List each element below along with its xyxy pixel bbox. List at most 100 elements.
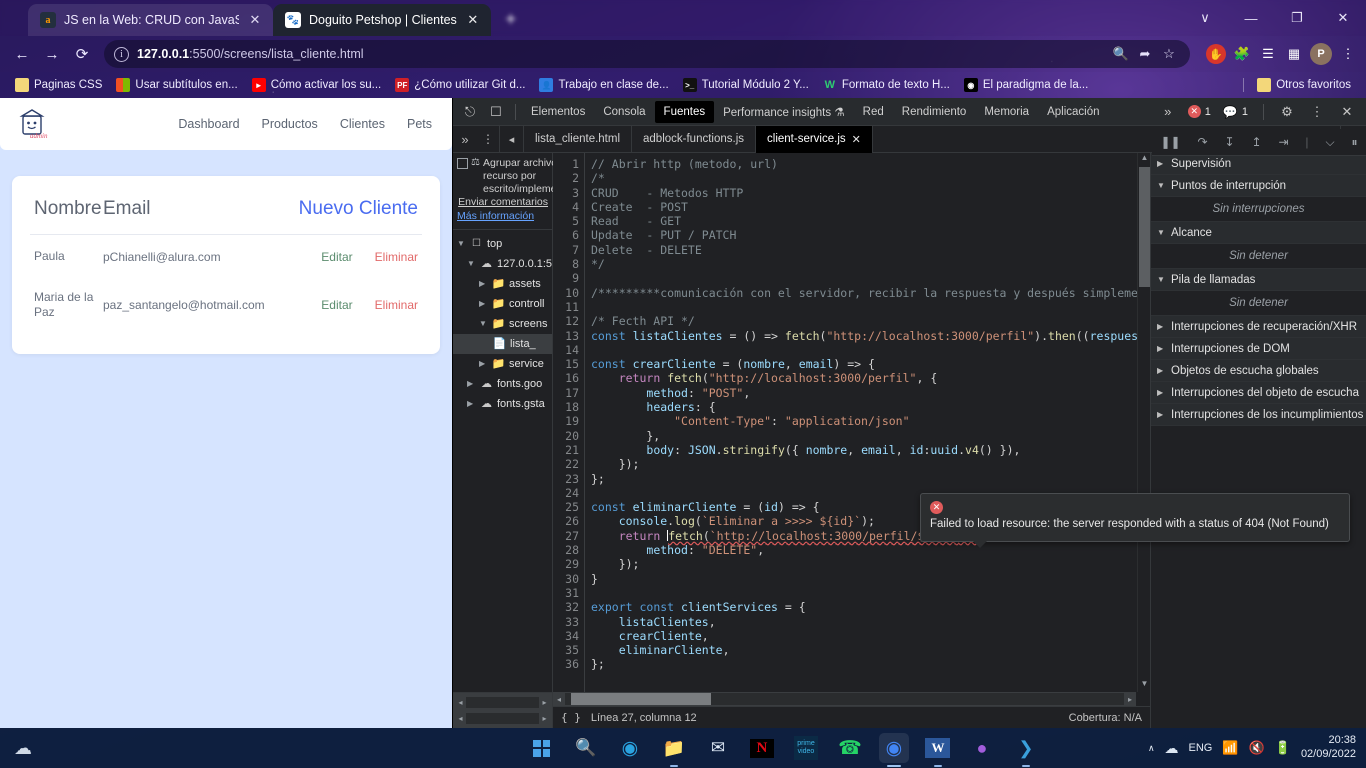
tree-node-file-selected[interactable]: 📄 lista_	[453, 333, 552, 354]
scroll-down-icon[interactable]: ▼	[1138, 679, 1150, 692]
navigator-scrollbars[interactable]: ◂ ▸ ◂ ▸	[453, 692, 552, 728]
scroll-right-icon[interactable]: ▸	[539, 698, 550, 707]
tab-performance-insights[interactable]: Performance insights ⚗	[714, 100, 854, 124]
chevron-right-icon[interactable]	[467, 379, 476, 388]
scroll-tabs-left-icon[interactable]: ◂	[500, 125, 524, 153]
back-button[interactable]: ←	[8, 40, 36, 68]
close-window-button[interactable]: ✕	[1320, 0, 1366, 36]
tab-fuentes[interactable]: Fuentes	[654, 100, 715, 123]
close-tab-icon[interactable]: ✕	[247, 12, 263, 28]
bookmark-item[interactable]: W Formato de texto H...	[816, 76, 957, 94]
device-toolbar-icon[interactable]: ☐	[483, 100, 509, 124]
share-icon[interactable]: ➦	[1134, 43, 1156, 65]
group-files-checkbox[interactable]	[457, 158, 468, 169]
pretty-print-icon[interactable]: { }	[561, 711, 581, 724]
onedrive-icon[interactable]: ☁	[1165, 740, 1179, 757]
maximize-button[interactable]: ❐	[1274, 0, 1320, 36]
more-info-link[interactable]: Más información	[457, 210, 548, 223]
send-feedback-link[interactable]: Enviar comentarios	[458, 196, 548, 208]
browser-tab-2[interactable]: 🐾 Doguito Petshop | Clientes ✕	[273, 4, 491, 36]
step-icon[interactable]: ⇥	[1278, 135, 1288, 149]
scroll-right-icon[interactable]: ▸	[1124, 695, 1136, 704]
gear-icon[interactable]: ⚙	[1274, 100, 1300, 124]
taskbar-edge[interactable]: ◉	[615, 733, 645, 763]
tree-node-fonts-gstatic[interactable]: ☁ fonts.gsta	[453, 394, 552, 414]
bookmark-item[interactable]: Usar subtítulos en...	[109, 76, 244, 94]
editor-horizontal-scrollbar[interactable]: ◂ ▸	[553, 692, 1150, 706]
nav-link-clientes[interactable]: Clientes	[340, 117, 385, 131]
profile-avatar[interactable]: P	[1310, 43, 1332, 65]
bookmark-item[interactable]: >_ Tutorial Módulo 2 Y...	[676, 76, 816, 94]
adblock-icon[interactable]: ✋	[1206, 44, 1226, 64]
bookmark-item[interactable]: Paginas CSS	[8, 76, 109, 94]
step-out-icon[interactable]: ↥	[1251, 135, 1261, 149]
tab-search-chevron-icon[interactable]: ∨	[1182, 0, 1228, 36]
browser-tab-1[interactable]: a JS en la Web: CRUD con JavaScri ✕	[28, 4, 273, 36]
tree-node-origin[interactable]: ☁ 127.0.0.1:5	[453, 254, 552, 274]
section-csp-violation-breakpoints[interactable]: ▶ Interrupciones de los incumplimientos	[1151, 404, 1366, 426]
tree-node-fonts-google[interactable]: ☁ fonts.goo	[453, 374, 552, 394]
section-dom-breakpoints[interactable]: ▶ Interrupciones de DOM	[1151, 338, 1366, 360]
editor-vertical-scrollbar[interactable]: ▲ ▼	[1137, 153, 1150, 692]
wifi-icon[interactable]: 📶	[1222, 740, 1238, 756]
bookmark-item[interactable]: ◉ El paradigma de la...	[957, 76, 1095, 94]
file-tab-client-service[interactable]: client-service.js ✕	[756, 125, 873, 153]
chevron-right-icon[interactable]	[479, 279, 488, 288]
source-code-content[interactable]: // Abrir http (metodo, url)/* CRUD - Meto…	[585, 153, 1150, 692]
taskbar-prime-video[interactable]: prime video	[791, 733, 821, 763]
delete-link[interactable]: Eliminar	[375, 298, 418, 312]
error-count-badge[interactable]: ✕ 1	[1185, 104, 1216, 119]
zoom-search-icon[interactable]: 🔍	[1110, 43, 1132, 65]
file-tab-adblock-functions[interactable]: adblock-functions.js	[632, 125, 757, 153]
tree-node-assets[interactable]: 📁 assets	[453, 274, 552, 294]
file-tab-lista-cliente[interactable]: lista_cliente.html	[524, 125, 633, 153]
tree-node-top[interactable]: ☐ top	[453, 234, 552, 254]
taskbar-word[interactable]: W	[923, 733, 953, 767]
step-into-icon[interactable]: ↧	[1224, 135, 1234, 149]
nav-link-productos[interactable]: Productos	[262, 117, 318, 131]
chevron-down-icon[interactable]	[457, 239, 466, 248]
close-tab-icon[interactable]: ✕	[465, 12, 481, 28]
forward-button[interactable]: →	[38, 40, 66, 68]
section-global-listeners[interactable]: ▶ Objetos de escucha globales	[1151, 360, 1366, 382]
section-call-stack[interactable]: ▼ Pila de llamadas	[1151, 269, 1366, 291]
section-supervision[interactable]: ▶ Supervisión	[1151, 153, 1366, 175]
taskbar-whatsapp[interactable]: ☎	[835, 733, 865, 763]
tab-elementos[interactable]: Elementos	[522, 101, 594, 123]
navigator-hscrollbar-1[interactable]: ◂ ▸	[455, 696, 550, 709]
section-xhr-breakpoints[interactable]: ▶ Interrupciones de recuperación/XHR	[1151, 316, 1366, 338]
taskbar-mail[interactable]: ✉	[703, 733, 733, 763]
scroll-thumb[interactable]	[1139, 167, 1150, 287]
section-scope[interactable]: ▼ Alcance	[1151, 222, 1366, 244]
start-button[interactable]	[527, 733, 557, 763]
battery-icon[interactable]: 🔋	[1275, 740, 1291, 756]
navigator-menu-icon[interactable]: ⋮	[477, 132, 499, 146]
puzzle-extensions-icon[interactable]: 🧩	[1232, 44, 1252, 64]
pause-icon[interactable]: ❚❚	[1160, 135, 1180, 149]
new-client-link[interactable]: Nuevo Cliente	[299, 198, 418, 220]
step-over-icon[interactable]: ↷	[1197, 135, 1207, 149]
tab-memoria[interactable]: Memoria	[975, 101, 1038, 123]
tree-node-service[interactable]: 📁 service	[453, 354, 552, 374]
message-count-badge[interactable]: 💬 1	[1220, 104, 1253, 120]
show-hidden-icons-chevron-icon[interactable]: ∧	[1148, 743, 1155, 754]
reload-button[interactable]: ⟳	[68, 40, 96, 68]
taskbar-netflix[interactable]: N	[747, 733, 777, 763]
nav-link-dashboard[interactable]: Dashboard	[178, 117, 239, 131]
taskbar-vscode[interactable]: ❯	[1011, 733, 1041, 767]
scroll-track[interactable]	[466, 697, 539, 708]
weather-widget[interactable]: ☁	[14, 738, 32, 759]
chevron-down-icon[interactable]	[467, 259, 476, 268]
bookmark-item[interactable]: ► Cómo activar los su...	[245, 76, 389, 94]
language-indicator[interactable]: ENG	[1189, 742, 1213, 754]
doguito-admin-logo-icon[interactable]: admin	[14, 104, 54, 144]
scroll-track[interactable]	[565, 693, 1124, 705]
edit-link[interactable]: Editar	[321, 298, 352, 312]
taskbar-search[interactable]: 🔍	[571, 733, 601, 763]
taskbar-github[interactable]: ●	[967, 733, 997, 763]
taskbar-chrome[interactable]: ◉	[878, 733, 909, 767]
section-breakpoints[interactable]: ▼ Puntos de interrupción	[1151, 175, 1366, 197]
address-bar[interactable]: i 127.0.0.1:5500/screens/lista_cliente.h…	[104, 40, 1190, 68]
scroll-up-icon[interactable]: ▲	[1138, 153, 1150, 166]
tab-aplicacion[interactable]: Aplicación	[1038, 101, 1108, 123]
